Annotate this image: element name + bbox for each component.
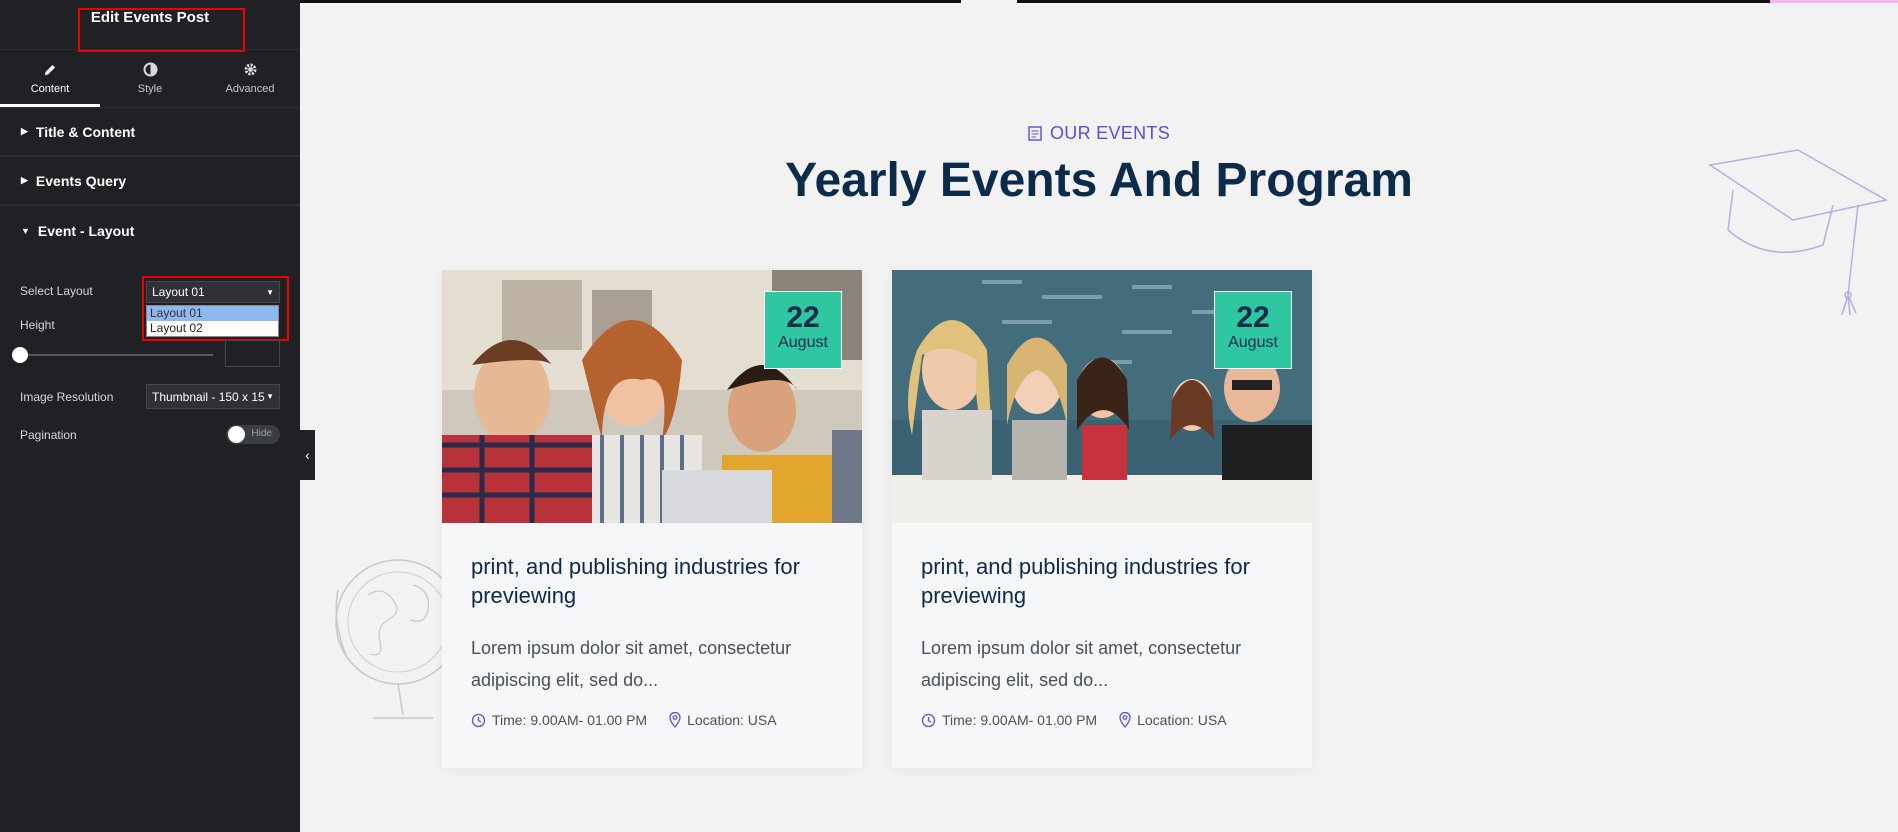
toggle-knob [228, 426, 245, 443]
event-location: Location: USA [687, 712, 777, 728]
pagination-label: Pagination [20, 428, 77, 442]
event-excerpt: Lorem ipsum dolor sit amet, consectetur … [471, 638, 792, 690]
image-resolution-value: Thumbnail - 150 x 15 [152, 389, 265, 404]
event-day: 22 [1236, 301, 1270, 334]
editor-panel: Edit Events Post Content Style Advanced … [0, 0, 300, 832]
event-title[interactable]: print, and publishing industries for pre… [921, 552, 1291, 610]
event-meta: Time: 9.00AM- 01.00 PM Location: USA [471, 712, 777, 728]
pencil-icon [45, 64, 55, 75]
tab-advanced-label: Advanced [225, 83, 275, 95]
collapse-panel-button[interactable]: ‹ [300, 430, 315, 480]
tab-content[interactable]: Content [0, 50, 100, 107]
chevron-down-icon: ▼ [266, 392, 274, 401]
event-day: 22 [786, 301, 820, 334]
clock-icon [471, 713, 486, 727]
event-date-badge: 22 August [1214, 291, 1292, 369]
caret-right-icon: ▶ [21, 126, 28, 136]
event-time: Time: 9.00AM- 01.00 PM [942, 712, 1098, 728]
clock-icon [921, 713, 936, 727]
image-resolution-label: Image Resolution [20, 390, 114, 404]
section-label: Events Query [35, 172, 127, 189]
event-meta: Time: 9.00AM- 01.00 PM Location: USA [921, 712, 1227, 728]
event-title[interactable]: print, and publishing industries for pre… [471, 552, 841, 610]
section-label: Event - Layout [37, 222, 135, 239]
height-label: Height [20, 318, 55, 332]
image-resolution-select[interactable]: Thumbnail - 150 x 15 ▼ [146, 384, 280, 409]
eyebrow-text: OUR EVENTS [1049, 123, 1171, 143]
event-time: Time: 9.00AM- 01.00 PM [492, 712, 648, 728]
height-slider-track[interactable] [20, 354, 213, 356]
event-date-badge: 22 August [764, 291, 842, 369]
toggle-text: Hide [251, 428, 272, 439]
top-bar [300, 0, 1898, 3]
section-event-layout[interactable]: ▼ Event - Layout [0, 206, 300, 255]
half-circle-icon [143, 62, 157, 77]
highlight-box-title [78, 8, 245, 52]
section-label: Title & Content [35, 123, 136, 140]
location-pin-icon [1119, 712, 1131, 728]
tab-style[interactable]: Style [100, 50, 200, 107]
event-card[interactable]: 22 August print, and publishing industri… [442, 270, 862, 768]
section-title-content[interactable]: ▶ Title & Content [0, 108, 300, 157]
pagination-toggle[interactable]: Hide [226, 425, 280, 444]
event-excerpt: Lorem ipsum dolor sit amet, consectetur … [921, 638, 1242, 690]
tab-style-label: Style [137, 83, 163, 95]
caret-down-icon: ▼ [21, 225, 30, 236]
height-slider-handle[interactable] [12, 347, 28, 363]
section-eyebrow: OUR EVENTS [300, 123, 1898, 144]
event-month: August [1228, 334, 1278, 351]
calendar-icon [1028, 126, 1042, 141]
chevron-left-icon: ‹ [305, 447, 310, 463]
globe-decoration-icon [335, 559, 458, 719]
event-month: August [778, 334, 828, 351]
event-image: 22 August [442, 270, 862, 523]
tab-content-label: Content [30, 82, 70, 95]
height-input[interactable] [225, 340, 280, 367]
location-pin-icon [669, 712, 681, 728]
section-headline: Yearly Events And Program [785, 154, 1413, 207]
event-card[interactable]: 22 August print, and publishing industri… [892, 270, 1312, 768]
tab-advanced[interactable]: Advanced [200, 50, 300, 107]
gear-icon [244, 63, 256, 76]
caret-right-icon: ▶ [21, 175, 28, 185]
panel-tabs: Content Style Advanced [0, 50, 300, 108]
event-image: 22 August [892, 270, 1312, 523]
event-location: Location: USA [1137, 712, 1227, 728]
select-layout-label: Select Layout [20, 284, 93, 298]
section-events-query[interactable]: ▶ Events Query [0, 157, 300, 206]
highlight-box-select [142, 276, 289, 341]
